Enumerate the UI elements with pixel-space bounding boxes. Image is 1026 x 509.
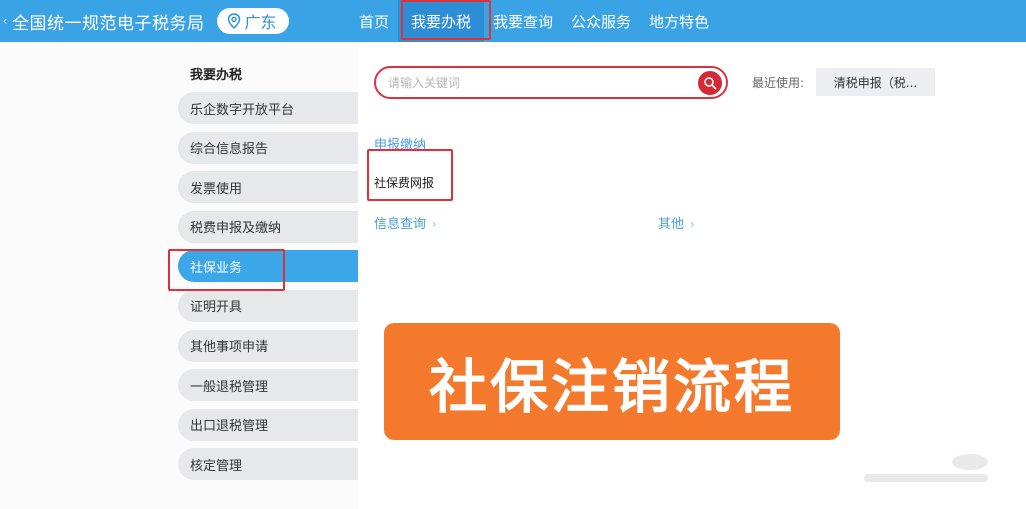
region-label: 广东 [244, 13, 277, 32]
recent-item-chip[interactable]: 清税申报（税... [816, 68, 935, 96]
sidebar-item-leqi-platform[interactable]: 乐企数字开放平台 [178, 92, 358, 124]
more-link-other[interactable]: 其他 › [658, 213, 695, 232]
sidebar-item-assessment[interactable]: 核定管理 [178, 448, 358, 481]
sidebar-item-invoice[interactable]: 发票使用 [178, 171, 358, 204]
sidebar-item-tax-declaration[interactable]: 税费申报及缴纳 [178, 210, 358, 243]
location-pin-icon [227, 13, 240, 29]
sidebar-title: 我要办税 [190, 68, 243, 83]
sidebar-item-info-report[interactable]: 综合信息报告 [178, 131, 358, 164]
sidebar-item-certificate[interactable]: 证明开具 [178, 289, 358, 322]
recent-label: 最近使用: [752, 76, 805, 90]
search-input[interactable] [376, 68, 698, 97]
site-title[interactable]: 全国统一规范电子税务局 [12, 9, 205, 34]
search-icon [704, 76, 717, 89]
top-header: ‹ 全国统一规范电子税务局 广东 首页 我要办税 我要查询 公众服务 地方特色 [0, 0, 1026, 42]
search-bar [374, 66, 728, 99]
brand: ‹ 全国统一规范电子税务局 广东 [0, 0, 289, 42]
sidebar-item-other-application[interactable]: 其他事项申请 [178, 329, 358, 362]
more-link-info-query[interactable]: 信息查询 › [374, 213, 437, 232]
nav-query[interactable]: 我要查询 [484, 0, 562, 42]
chevron-right-icon: › [432, 217, 437, 231]
nav-public-service[interactable]: 公众服务 [562, 0, 640, 42]
section-title: 申报缴纳 [374, 138, 427, 153]
more-link-label: 信息查询 [374, 217, 427, 232]
sidebar-item-export-refund[interactable]: 出口退税管理 [178, 408, 358, 441]
nav-local-feature[interactable]: 地方特色 [640, 0, 718, 42]
search-button[interactable] [698, 70, 722, 95]
more-link-label: 其他 [658, 217, 685, 232]
sidebar-item-social-security[interactable]: 社保业务 [178, 250, 358, 283]
title-banner: 社保注销流程 [384, 323, 840, 440]
back-arrow-icon[interactable]: ‹ [0, 14, 10, 28]
region-selector[interactable]: 广东 [216, 8, 289, 34]
sidebar-menu: 我要办税 乐企数字开放平台 综合信息报告 发票使用 税费申报及缴纳 社保业务 证… [178, 60, 358, 488]
nav-home[interactable]: 首页 [350, 0, 398, 42]
sidebar-item-tax-refund[interactable]: 一般退税管理 [178, 369, 358, 402]
main-nav: 首页 我要办税 我要查询 公众服务 地方特色 [350, 0, 718, 42]
banner-text: 社保注销流程 [428, 352, 795, 421]
service-item-social-insurance-online[interactable]: 社保费网报 [374, 174, 434, 191]
watermark-logo [864, 454, 988, 482]
nav-tax-handling[interactable]: 我要办税 [398, 0, 484, 42]
chevron-right-icon: › [690, 217, 695, 231]
